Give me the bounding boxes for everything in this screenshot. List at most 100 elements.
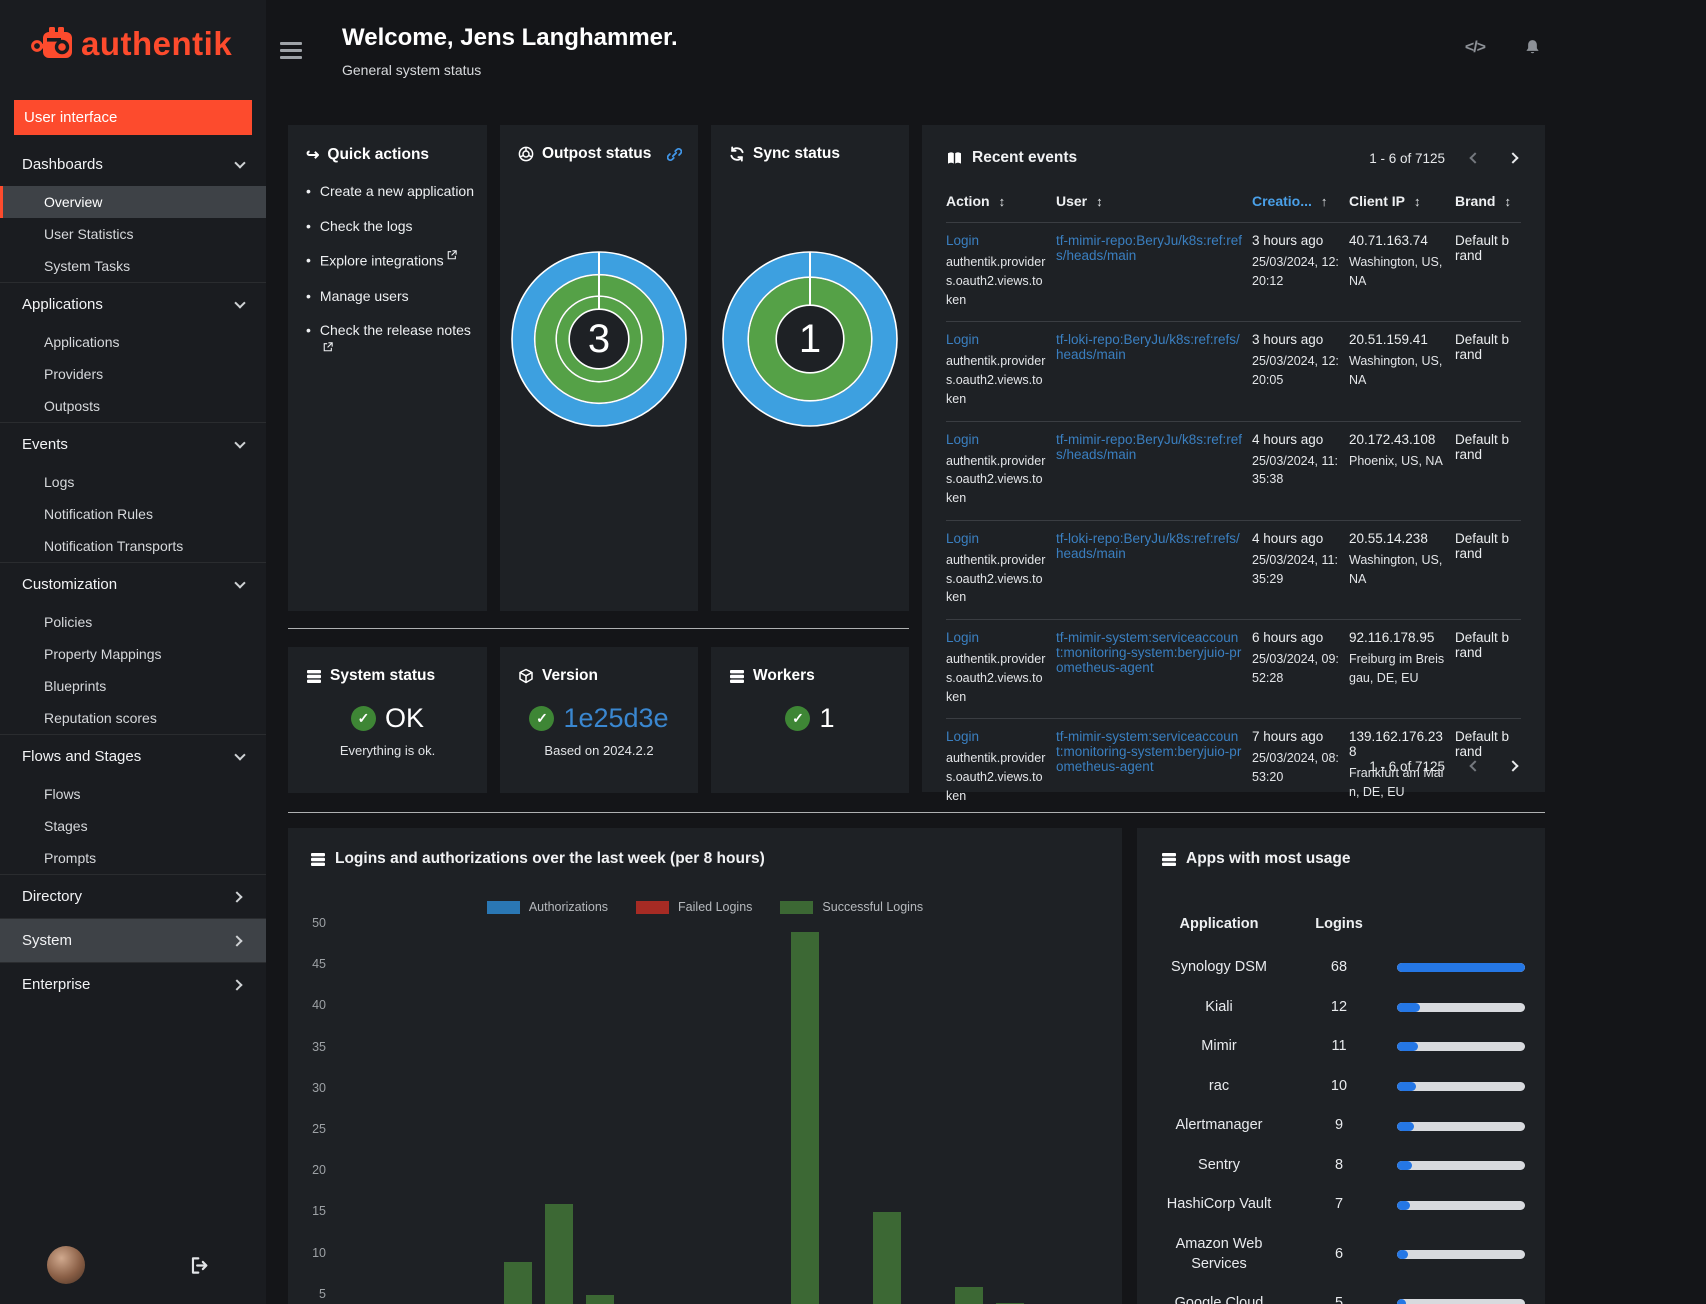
workers-card: Workers ✓ 1 <box>711 647 909 793</box>
sidebar-group-customization[interactable]: Customization <box>0 563 266 606</box>
legend-swatch <box>780 900 814 914</box>
code-icon[interactable]: </> <box>1465 39 1486 57</box>
event-action-link[interactable]: Login <box>946 332 979 347</box>
event-user-cell: tf-mimir-system:serviceaccount:monitorin… <box>1056 620 1252 719</box>
sidebar-section-system: System <box>0 918 266 962</box>
event-action-cell: Login authentik.providers.oauth2.views.to… <box>946 421 1056 520</box>
sidebar-item-property-mappings[interactable]: Property Mappings <box>0 638 266 670</box>
link-icon[interactable] <box>667 147 683 162</box>
usage-progress-fill <box>1397 1121 1414 1131</box>
event-user-link[interactable]: tf-mimir-system:serviceaccount:monitorin… <box>1056 729 1241 774</box>
sidebar-item-outposts[interactable]: Outposts <box>0 390 266 422</box>
quick-action-item: • Explore integrations <box>306 250 477 272</box>
event-row: Login authentik.providers.oauth2.views.to… <box>946 321 1521 421</box>
system-status-description: Everything is ok. <box>339 743 436 758</box>
sidebar-item-policies[interactable]: Policies <box>0 606 266 638</box>
legend-item-authorizations[interactable]: Authorizations <box>486 900 608 914</box>
event-action-link[interactable]: Login <box>946 531 979 546</box>
logo-text: authentik <box>81 25 233 62</box>
sort-icon[interactable]: ↕ <box>999 194 1006 209</box>
sort-icon[interactable]: ↕ <box>1504 194 1511 209</box>
sidebar-group-system[interactable]: System <box>0 919 266 962</box>
sidebar-item-user-statistics[interactable]: User Statistics <box>0 218 266 250</box>
event-action-link[interactable]: Login <box>946 630 979 645</box>
sidebar-item-reputation-scores[interactable]: Reputation scores <box>0 702 266 734</box>
sidebar-item-providers[interactable]: Providers <box>0 358 266 390</box>
quick-action-link[interactable]: Create a new application <box>320 181 474 203</box>
event-time-cell: 6 hours ago 25/03/2024, 09:52:28 <box>1252 620 1349 719</box>
event-action-link[interactable]: Login <box>946 233 979 248</box>
sidebar-group-enterprise[interactable]: Enterprise <box>0 963 266 1006</box>
sidebar-item-prompts[interactable]: Prompts <box>0 842 266 874</box>
chevron-right-icon <box>231 978 243 991</box>
sort-asc-icon[interactable]: ↑ <box>1321 194 1328 209</box>
event-context: authentik.providers.oauth2.views.token <box>946 652 1046 704</box>
events-column-clientip[interactable]: Client IP ↕ <box>1349 193 1455 223</box>
chart-bar <box>586 1294 614 1304</box>
sidebar-item-notification-rules[interactable]: Notification Rules <box>0 498 266 530</box>
sidebar-item-stages[interactable]: Stages <box>0 810 266 842</box>
quick-action-link[interactable]: Check the logs <box>320 216 413 238</box>
sidebar-group-dashboards[interactable]: Dashboards <box>0 143 266 186</box>
app-usage-bar-cell <box>1383 1106 1539 1146</box>
sidebar-item-notification-transports[interactable]: Notification Transports <box>0 530 266 562</box>
sidebar-group-events[interactable]: Events <box>0 423 266 466</box>
menu-icon[interactable] <box>280 42 302 63</box>
event-user-link[interactable]: tf-mimir-repo:BeryJu/k8s:ref:refs/heads/… <box>1056 432 1242 462</box>
workers-value: 1 <box>819 703 835 733</box>
sort-icon[interactable]: ↕ <box>1414 194 1421 209</box>
chart-bar <box>873 1212 901 1304</box>
pagination-next-button[interactable] <box>1505 758 1521 774</box>
event-client-ip: 20.172.43.108 <box>1349 431 1436 447</box>
legend-item-successful-logins[interactable]: Successful Logins <box>780 900 923 914</box>
avatar[interactable] <box>47 1246 85 1284</box>
bell-icon[interactable] <box>1523 38 1542 58</box>
quick-action-link[interactable]: Manage users <box>320 286 409 308</box>
sidebar-item-blueprints[interactable]: Blueprints <box>0 670 266 702</box>
chart-bar <box>545 1204 573 1304</box>
event-user-link[interactable]: tf-loki-repo:BeryJu/k8s:ref:refs/heads/m… <box>1056 531 1240 561</box>
event-context: authentik.providers.oauth2.views.token <box>946 751 1046 803</box>
version-value[interactable]: 1e25d3e <box>563 703 668 734</box>
sidebar-group-directory[interactable]: Directory <box>0 875 266 918</box>
sidebar-item-flows[interactable]: Flows <box>0 778 266 810</box>
event-action-link[interactable]: Login <box>946 432 979 447</box>
pagination-prev-button[interactable] <box>1467 150 1483 166</box>
events-column-user[interactable]: User ↕ <box>1056 193 1252 223</box>
event-user-link[interactable]: tf-loki-repo:BeryJu/k8s:ref:refs/heads/m… <box>1056 332 1240 362</box>
event-geo: Washington, US, NA <box>1349 255 1443 288</box>
sidebar-group-flows-and-stages[interactable]: Flows and Stages <box>0 735 266 778</box>
app-name: rac <box>1208 1077 1230 1094</box>
sort-icon[interactable]: ↕ <box>1096 194 1103 209</box>
sidebar-item-logs[interactable]: Logs <box>0 466 266 498</box>
events-column-brand[interactable]: Brand ↕ <box>1455 193 1521 223</box>
events-column-action[interactable]: Action ↕ <box>946 193 1056 223</box>
events-column-creatio[interactable]: Creatio... ↑ <box>1252 193 1349 223</box>
quick-action-link[interactable]: Explore integrations <box>320 250 457 272</box>
event-row: Login authentik.providers.oauth2.views.to… <box>946 222 1521 322</box>
event-action-link[interactable]: Login <box>946 729 979 744</box>
app-usage-row: Kiali 12 <box>1143 988 1539 1028</box>
external-link-icon <box>323 342 333 352</box>
logout-icon[interactable] <box>190 1256 209 1275</box>
event-time-cell: 7 hours ago 25/03/2024, 08:53:20 <box>1252 719 1349 818</box>
sidebar-item-overview[interactable]: Overview <box>0 186 266 218</box>
sidebar-section-events: Events Logs Notification Rules Notification… <box>0 422 266 562</box>
legend-item-failed-logins[interactable]: Failed Logins <box>636 900 752 914</box>
pagination-next-button[interactable] <box>1505 150 1521 166</box>
chart-legend: Authorizations Failed Logins Successful Lo… <box>288 900 1122 914</box>
pagination-prev-button[interactable] <box>1467 758 1483 774</box>
event-user-link[interactable]: tf-mimir-system:serviceaccount:monitorin… <box>1056 630 1241 675</box>
event-user-link[interactable]: tf-mimir-repo:BeryJu/k8s:ref:refs/heads/… <box>1056 233 1242 263</box>
sidebar-footer <box>0 1232 266 1304</box>
app-name: Google Cloud <box>1174 1295 1264 1304</box>
event-action-cell: Login authentik.providers.oauth2.views.to… <box>946 223 1056 322</box>
quick-action-link[interactable]: Check the release notes <box>320 320 477 364</box>
sidebar-item-applications[interactable]: Applications <box>0 326 266 358</box>
header-icons: </> <box>1465 38 1542 58</box>
quick-action-item: • Check the logs <box>306 216 477 238</box>
sidebar-item-system-tasks[interactable]: System Tasks <box>0 250 266 282</box>
sidebar-group-applications[interactable]: Applications <box>0 283 266 326</box>
version-title: Version <box>500 647 698 685</box>
user-interface-button[interactable]: User interface <box>14 100 252 135</box>
